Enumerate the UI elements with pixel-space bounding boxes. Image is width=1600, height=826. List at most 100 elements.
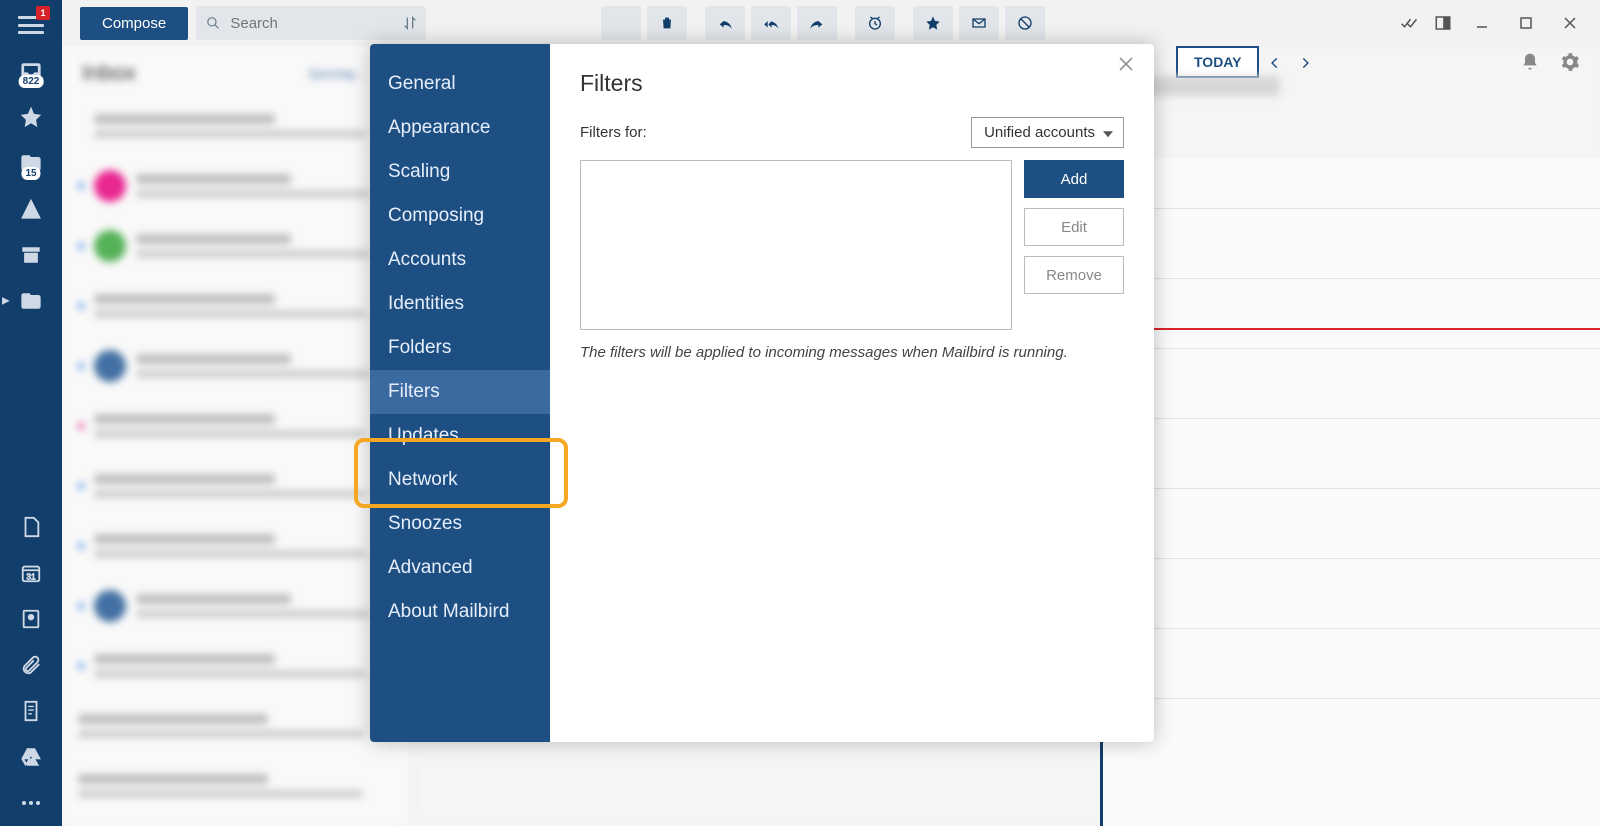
nav-network[interactable]: Network <box>370 458 550 502</box>
reply-all-icon <box>763 15 779 31</box>
edit-filter-button[interactable]: Edit <box>1024 208 1124 246</box>
nav-advanced[interactable]: Advanced <box>370 546 550 590</box>
star-button[interactable] <box>913 6 953 40</box>
sidebar-sent[interactable] <box>0 186 62 232</box>
gear-icon[interactable] <box>1560 52 1580 72</box>
reply-button[interactable] <box>705 6 745 40</box>
close-icon <box>1118 56 1134 72</box>
message-list: Inbox Syncing... <box>62 46 412 826</box>
snooze-button[interactable] <box>855 6 895 40</box>
sidebar-archive[interactable] <box>0 232 62 278</box>
calendar-body[interactable] <box>1100 158 1600 826</box>
maximize-icon <box>1519 16 1533 30</box>
note-icon <box>20 700 42 722</box>
sidebar-app-calendar[interactable]: 31 <box>0 550 62 596</box>
download-icon <box>613 15 629 31</box>
toolbar-actions <box>601 6 1051 40</box>
folders-icon <box>20 290 42 312</box>
add-filter-button[interactable]: Add <box>1024 160 1124 198</box>
paperclip-icon <box>20 654 42 676</box>
star-icon <box>20 106 42 128</box>
sync-status: Syncing... <box>308 66 365 81</box>
next-day-button[interactable] <box>1292 50 1318 76</box>
calendar-icon: 31 <box>20 562 42 584</box>
window-controls <box>1392 8 1592 38</box>
compose-button[interactable]: Compose <box>80 7 188 40</box>
settings-content: Filters Filters for: Unified accounts Ad… <box>550 44 1154 742</box>
sidebar-folders[interactable]: ▶ <box>0 278 62 324</box>
sidebar-starred[interactable] <box>0 94 62 140</box>
nav-appearance[interactable]: Appearance <box>370 106 550 150</box>
search-icon <box>206 15 220 31</box>
nav-identities[interactable]: Identities <box>370 282 550 326</box>
sidebar-app-notes[interactable] <box>0 688 62 734</box>
nav-scaling[interactable]: Scaling <box>370 150 550 194</box>
minimize-button[interactable] <box>1460 8 1504 38</box>
layout-icon <box>1434 14 1452 32</box>
account-select-value: Unified accounts <box>984 124 1095 141</box>
filters-list[interactable] <box>580 160 1012 330</box>
sidebar-app-attachments[interactable] <box>0 642 62 688</box>
nav-snoozes[interactable]: Snoozes <box>370 502 550 546</box>
sidebar-more[interactable] <box>0 780 62 826</box>
forward-button[interactable] <box>797 6 837 40</box>
settings-modal: General Appearance Scaling Composing Acc… <box>370 44 1154 742</box>
delete-button[interactable] <box>647 6 687 40</box>
chevron-right-icon <box>1298 56 1312 70</box>
left-rail: 1 822 15 ▶ 31 <box>0 0 62 826</box>
checkmarks-icon <box>1400 14 1418 32</box>
forward-icon <box>809 15 825 31</box>
search-wrapper[interactable] <box>196 6 426 40</box>
close-modal-button[interactable] <box>1118 56 1138 76</box>
more-icon <box>22 801 40 805</box>
clock-icon <box>867 15 883 31</box>
folder-count: 15 <box>21 167 40 180</box>
search-input[interactable] <box>230 15 416 32</box>
inbox-title: Inbox <box>82 60 136 86</box>
sidebar-app-contacts[interactable] <box>0 596 62 642</box>
mark-read-button[interactable] <box>959 6 999 40</box>
filters-hint: The filters will be applied to incoming … <box>580 342 1124 363</box>
trash-icon <box>659 15 675 31</box>
chevron-left-icon <box>1268 56 1282 70</box>
today-button[interactable]: TODAY <box>1176 46 1259 78</box>
nav-accounts[interactable]: Accounts <box>370 238 550 282</box>
block-icon <box>1017 15 1033 31</box>
reply-icon <box>717 15 733 31</box>
minimize-icon <box>1475 16 1489 30</box>
menu-badge: 1 <box>36 6 50 20</box>
readall-button[interactable] <box>1392 8 1426 38</box>
archive-icon <box>20 244 42 266</box>
nav-composing[interactable]: Composing <box>370 194 550 238</box>
download-button[interactable] <box>601 6 641 40</box>
sidebar-folder-count[interactable]: 15 <box>0 140 62 186</box>
bell-icon[interactable] <box>1520 52 1540 72</box>
nav-filters[interactable]: Filters <box>370 370 550 414</box>
remove-filter-button[interactable]: Remove <box>1024 256 1124 294</box>
document-icon <box>20 516 42 538</box>
sort-icon[interactable] <box>402 15 418 31</box>
close-window-button[interactable] <box>1548 8 1592 38</box>
prev-day-button[interactable] <box>1262 50 1288 76</box>
nav-general[interactable]: General <box>370 62 550 106</box>
reply-all-button[interactable] <box>751 6 791 40</box>
toolbar: Compose <box>62 0 1600 46</box>
sidebar-app-drive[interactable] <box>0 734 62 780</box>
send-icon <box>20 198 42 220</box>
sidebar-inbox[interactable]: 822 <box>0 48 62 94</box>
inbox-count: 822 <box>19 75 44 88</box>
mail-icon <box>971 15 987 31</box>
spam-button[interactable] <box>1005 6 1045 40</box>
nav-updates[interactable]: Updates <box>370 414 550 458</box>
filters-for-label: Filters for: <box>580 124 647 141</box>
account-select[interactable]: Unified accounts <box>971 117 1124 148</box>
star-icon <box>925 15 941 31</box>
nav-folders[interactable]: Folders <box>370 326 550 370</box>
menu-button[interactable]: 1 <box>0 2 62 48</box>
layout-button[interactable] <box>1426 8 1460 38</box>
sidebar-app-docs[interactable] <box>0 504 62 550</box>
panel-title: Filters <box>580 70 1124 97</box>
drive-icon <box>20 746 42 768</box>
nav-about[interactable]: About Mailbird <box>370 590 550 634</box>
maximize-button[interactable] <box>1504 8 1548 38</box>
